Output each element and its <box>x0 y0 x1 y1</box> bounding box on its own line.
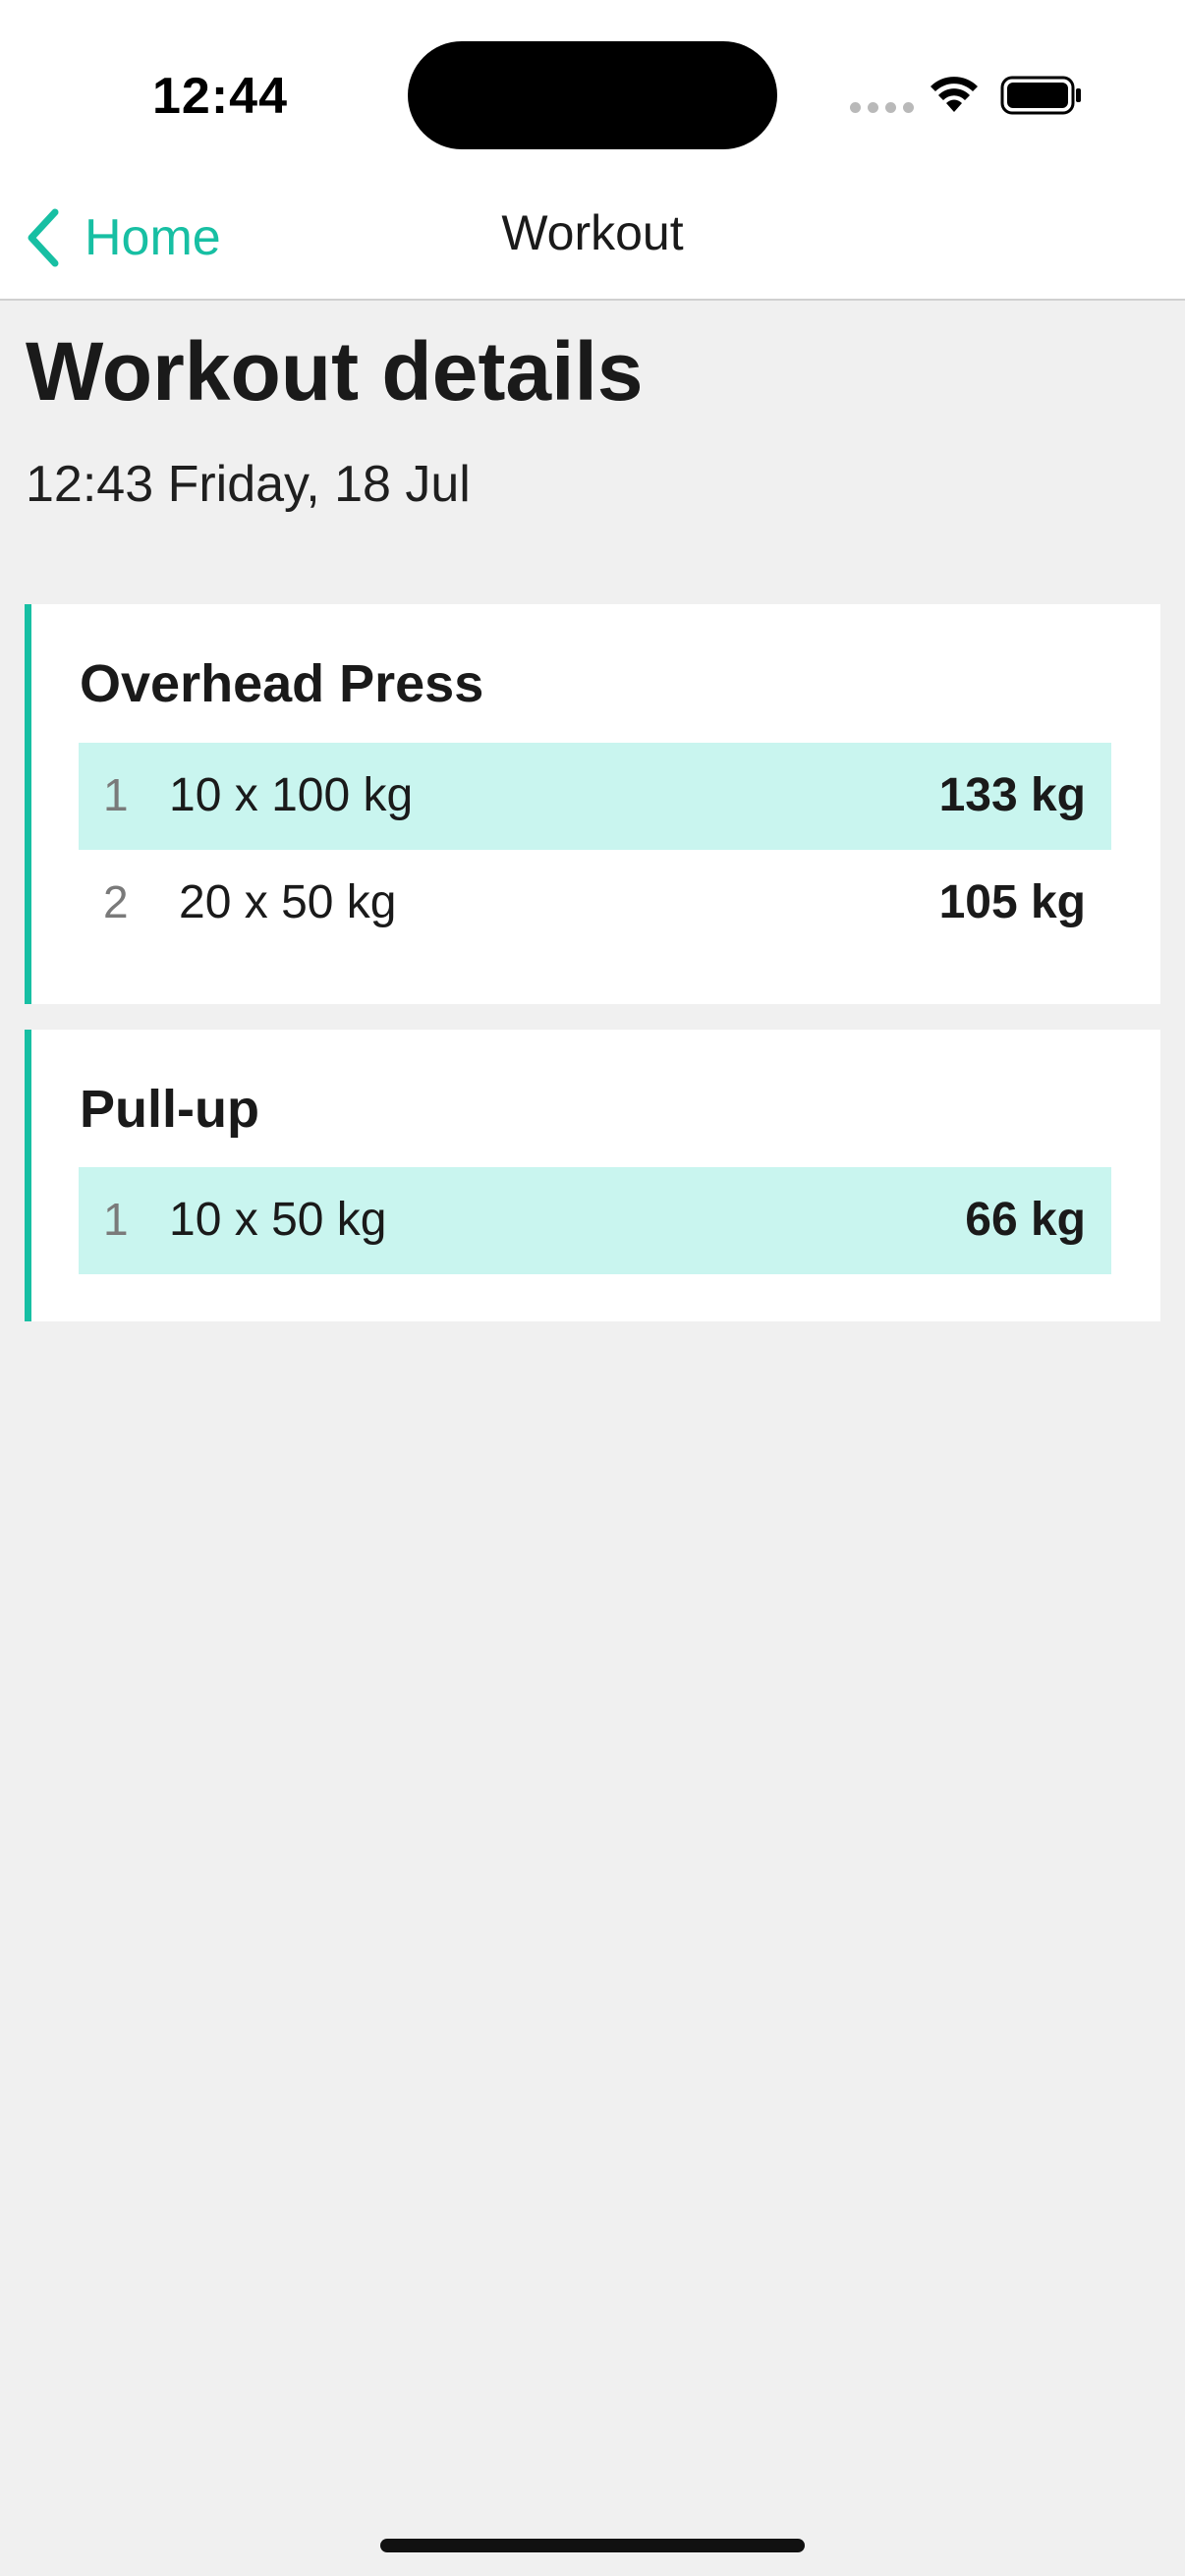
set-total-weight: 133 kg <box>938 769 1086 821</box>
set-reps-weight: 10 x 100 kg <box>169 769 414 821</box>
page-title: Workout details <box>26 325 644 418</box>
workout-datetime: 12:43 Friday, 18 Jul <box>26 456 471 513</box>
status-time: 12:44 <box>152 68 288 125</box>
set-row[interactable]: 1 10 x 100 kg 133 kg <box>79 743 1111 850</box>
set-reps-weight: 10 x 50 kg <box>169 1194 387 1246</box>
set-row[interactable]: 1 10 x 50 kg 66 kg <box>79 1167 1111 1274</box>
exercise-card-pull-up[interactable]: Pull-up 1 10 x 50 kg 66 kg <box>25 1030 1160 1321</box>
set-number: 2 <box>103 876 129 927</box>
set-reps-weight: 20 x 50 kg <box>179 876 397 928</box>
status-bar: 12:44 <box>0 0 1185 177</box>
exercise-name: Pull-up <box>80 1080 259 1139</box>
signal-dots-icon <box>850 102 914 113</box>
exercise-card-overhead-press[interactable]: Overhead Press 1 10 x 100 kg 133 kg 2 20… <box>25 604 1160 1004</box>
exercise-name: Overhead Press <box>80 654 484 713</box>
set-number: 1 <box>103 1194 129 1245</box>
set-total-weight: 66 kg <box>965 1194 1086 1246</box>
set-number: 1 <box>103 769 129 820</box>
navigation-bar: Home Workout <box>0 177 1185 301</box>
wifi-icon <box>931 77 978 112</box>
set-row[interactable]: 2 20 x 50 kg 105 kg <box>79 850 1111 957</box>
battery-icon <box>1000 76 1081 115</box>
home-indicator[interactable] <box>380 2539 805 2552</box>
set-total-weight: 105 kg <box>938 876 1086 928</box>
dynamic-island <box>408 41 777 149</box>
nav-title: Workout <box>501 205 684 260</box>
